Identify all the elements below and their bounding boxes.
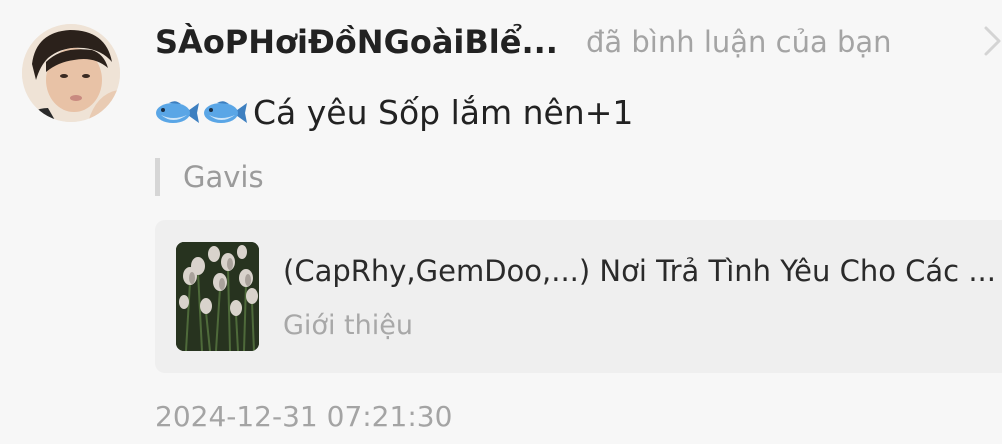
book-subtitle: Giới thiệu: [283, 310, 413, 341]
chevron-right-icon[interactable]: [982, 24, 1002, 58]
fish-icon: [204, 101, 247, 123]
comment-text: Cá yêu Sốp lắm nên+1: [253, 93, 634, 132]
username[interactable]: SÀoPHơiĐồNGoàiBlể...: [155, 20, 560, 64]
book-title[interactable]: (CapRhy,GemDoo,...) Nơi Trả Tình Yêu Cho…: [283, 250, 993, 292]
fish-icon: [156, 101, 199, 123]
comment: Cá yêu Sốp lắm nên+1: [155, 88, 633, 138]
timestamp: 2024-12-31 07:21:30: [155, 400, 453, 433]
quoted-text: Gavis: [183, 160, 264, 194]
quote-bar: [155, 158, 160, 196]
action-text: đã bình luận của bạn: [586, 25, 892, 59]
avatar[interactable]: [22, 24, 120, 122]
comment-notification[interactable]: SÀoPHơiĐồNGoàiBlể... đã bình luận của bạ…: [0, 0, 1002, 444]
book-cover[interactable]: [176, 242, 259, 351]
book-card[interactable]: (CapRhy,GemDoo,...) Nơi Trả Tình Yêu Cho…: [155, 220, 1002, 373]
quoted-comment: Gavis: [155, 156, 264, 198]
